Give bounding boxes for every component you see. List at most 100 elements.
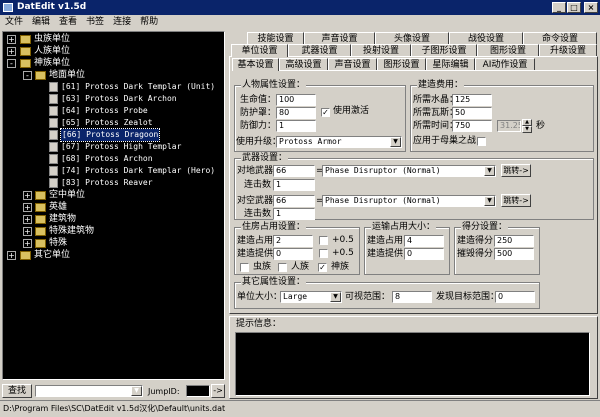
menu-view[interactable]: 查看: [54, 15, 81, 30]
chevron-down-icon[interactable]: ▼: [484, 196, 495, 206]
expander-icon[interactable]: +: [23, 239, 32, 248]
menu-connect[interactable]: 连接: [108, 15, 135, 30]
unit-icon: [49, 154, 58, 164]
tree-item-unit[interactable]: [64] Protoss Probe: [61, 105, 148, 117]
group-title: 住房占用设置：: [241, 222, 307, 233]
supply-required-input[interactable]: 2: [273, 235, 313, 247]
zerg-checkbox[interactable]: [240, 263, 249, 272]
tree-item-terran[interactable]: 人族单位: [34, 45, 70, 57]
shield-label: 防护罩：: [240, 108, 277, 118]
folder-icon: [35, 239, 46, 248]
expander-icon[interactable]: +: [23, 215, 32, 224]
mineral-input[interactable]: 125: [452, 94, 492, 106]
broodwar-checkbox[interactable]: [477, 137, 486, 146]
gas-input[interactable]: 50: [452, 107, 492, 119]
chevron-down-icon[interactable]: ▼: [131, 386, 142, 396]
tree-item-buildings[interactable]: 建筑物: [49, 213, 76, 225]
tree-item-unit[interactable]: [65] Protoss Zealot: [61, 117, 153, 129]
expander-icon[interactable]: +: [23, 227, 32, 236]
build-score-input[interactable]: 250: [494, 235, 534, 247]
time-input[interactable]: 750: [452, 120, 492, 132]
menu-bookmarks[interactable]: 书签: [81, 15, 108, 30]
zerg-label: 虫族: [253, 262, 272, 272]
hp-label: 生命值：: [240, 95, 277, 105]
expander-icon[interactable]: +: [7, 251, 16, 260]
tree-item-other-units[interactable]: 其它单位: [34, 249, 70, 261]
expander-icon[interactable]: +: [23, 191, 32, 200]
air-weapon-id-input[interactable]: 66: [273, 195, 315, 207]
chevron-down-icon[interactable]: ▼: [484, 166, 495, 176]
protoss-checkbox[interactable]: ✓: [318, 263, 327, 272]
hint-textbox[interactable]: [235, 332, 590, 396]
supply-required-half-checkbox[interactable]: [319, 236, 328, 245]
tree-item-unit[interactable]: [63] Protoss Dark Archon: [61, 93, 177, 105]
transport-provided-label: 建造提供: [367, 249, 404, 259]
unit-size-select[interactable]: Large ▼: [280, 291, 342, 303]
unit-icon: [49, 178, 58, 188]
tree-item-unit[interactable]: [67] Protoss High Templar: [61, 141, 181, 153]
unit-tree[interactable]: + 虫族单位 + 人族单位 - 神族单位 - 地面单位 [61] Protoss…: [2, 31, 225, 380]
tree-item-unit[interactable]: [61] Protoss Dark Templar (Unit): [61, 81, 215, 93]
expander-icon[interactable]: +: [7, 35, 16, 44]
armor-input[interactable]: 1: [276, 120, 316, 132]
air-hits-input[interactable]: 1: [273, 208, 315, 220]
maximize-button[interactable]: □: [567, 2, 581, 13]
ground-weapon-id-input[interactable]: 66: [273, 165, 315, 177]
find-button[interactable]: 查找: [2, 384, 32, 398]
expander-icon[interactable]: -: [23, 71, 32, 80]
hp-input[interactable]: 100: [276, 94, 316, 106]
transport-required-input[interactable]: 4: [404, 235, 444, 247]
tree-item-special-buildings[interactable]: 特殊建筑物: [49, 225, 94, 237]
minimize-button[interactable]: _: [552, 2, 566, 13]
tree-item-special[interactable]: 特殊: [49, 237, 67, 249]
subtab-basic[interactable]: 基本设置: [232, 58, 279, 71]
spin-down-icon[interactable]: ▼: [522, 126, 532, 133]
target-range-label: 发现目标范围：: [436, 292, 500, 302]
supply-provided-half-checkbox[interactable]: [319, 249, 328, 258]
terran-checkbox[interactable]: [278, 263, 287, 272]
group-title: 运输占用大小：: [371, 222, 437, 233]
tree-item-heroes[interactable]: 英雄: [49, 201, 67, 213]
expander-icon[interactable]: -: [7, 59, 16, 68]
tree-item-protoss[interactable]: 神族单位: [34, 57, 70, 69]
kill-score-input[interactable]: 500: [494, 248, 534, 260]
air-weapon-select[interactable]: Phase Disruptor (Normal) ▼: [322, 195, 496, 207]
ground-hits-input[interactable]: 1: [273, 179, 315, 191]
expander-icon[interactable]: +: [7, 47, 16, 56]
spin-up-icon[interactable]: ▲: [522, 119, 532, 126]
tree-item-air-units[interactable]: 空中单位: [49, 189, 85, 201]
unit-icon: [49, 106, 58, 116]
chevron-down-icon[interactable]: ▼: [390, 137, 401, 147]
use-shield-label: 使用激活: [333, 106, 370, 116]
tree-item-zerg[interactable]: 虫族单位: [34, 33, 70, 45]
tab-units[interactable]: 单位设置: [231, 44, 288, 57]
transport-provided-input[interactable]: 0: [404, 248, 444, 260]
upgrade-select[interactable]: Protoss Armor ▼: [276, 136, 402, 148]
use-shield-checkbox[interactable]: ✓: [321, 108, 330, 117]
find-combo[interactable]: ▼: [35, 385, 143, 397]
target-range-input[interactable]: 0: [495, 291, 535, 303]
sight-range-input[interactable]: 8: [392, 291, 432, 303]
ground-hits-label: 连击数: [244, 180, 272, 190]
expander-icon[interactable]: +: [23, 203, 32, 212]
tree-item-unit-selected[interactable]: [66] Protoss Dragoon: [59, 128, 161, 142]
air-weapon-jump-button[interactable]: 跳转->: [501, 194, 531, 207]
jump-id-input[interactable]: [186, 385, 210, 397]
group-title: 其它属性设置：: [241, 277, 307, 288]
jump-go-button[interactable]: ->: [211, 384, 225, 398]
ground-weapon-select[interactable]: Phase Disruptor (Normal) ▼: [322, 165, 496, 177]
unit-icon: [49, 166, 58, 176]
menu-file[interactable]: 文件: [0, 15, 27, 30]
half-label: +0.5: [332, 235, 354, 245]
close-button[interactable]: ×: [584, 2, 598, 13]
menu-edit[interactable]: 编辑: [27, 15, 54, 30]
chevron-down-icon[interactable]: ▼: [330, 292, 341, 302]
tree-item-unit[interactable]: [83] Protoss Reaver: [61, 177, 153, 189]
shield-input[interactable]: 80: [276, 107, 316, 119]
ground-weapon-jump-button[interactable]: 跳转->: [501, 164, 531, 177]
tree-item-unit[interactable]: [68] Protoss Archon: [61, 153, 153, 165]
tree-item-ground-units[interactable]: 地面单位: [49, 69, 85, 81]
supply-provided-input[interactable]: 0: [273, 248, 313, 260]
tree-item-unit[interactable]: [74] Protoss Dark Templar (Hero): [61, 165, 215, 177]
menu-help[interactable]: 帮助: [135, 15, 162, 30]
